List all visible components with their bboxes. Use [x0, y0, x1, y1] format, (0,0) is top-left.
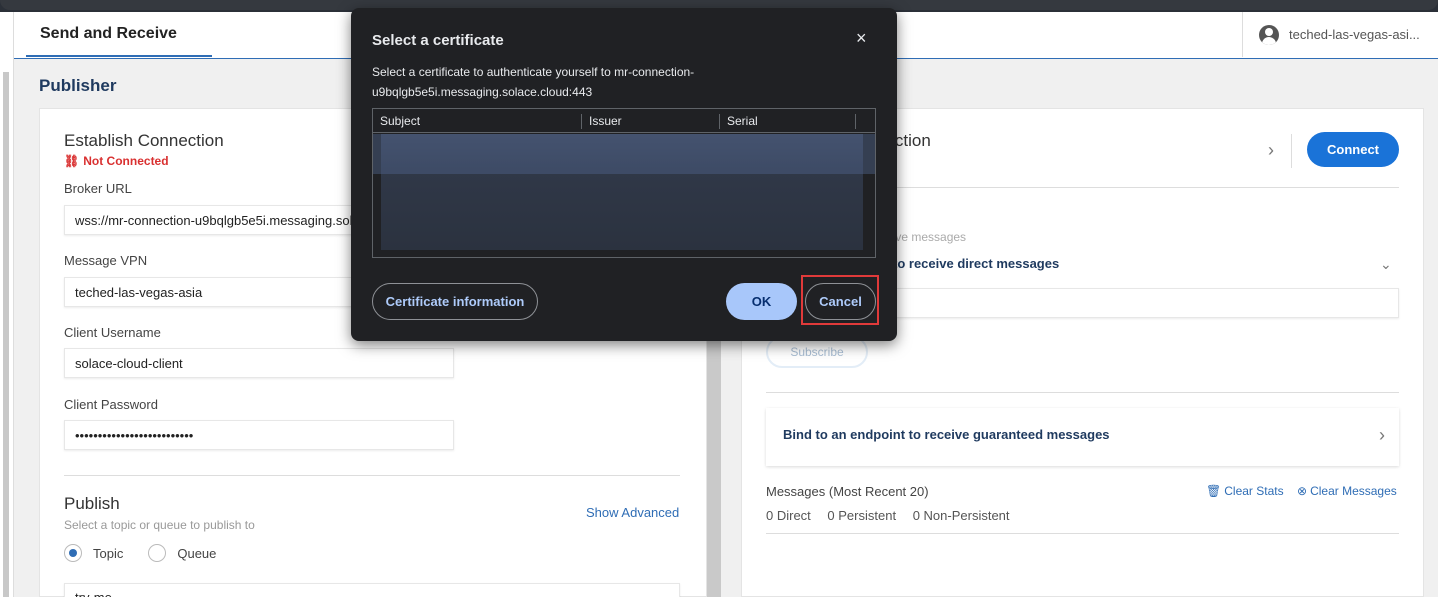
cancel-highlight-box	[801, 275, 879, 325]
broker-url-label: Broker URL	[64, 181, 132, 196]
radio-topic[interactable]: Topic	[64, 544, 123, 562]
destination-type-radio-group: Topic Queue	[64, 544, 241, 562]
trash-icon: 🗑	[1206, 484, 1222, 498]
clear-messages-label: Clear Messages	[1310, 484, 1397, 498]
account-circle-icon	[1259, 24, 1279, 45]
certificate-table-header: Subject Issuer Serial	[373, 109, 875, 133]
message-vpn-label: Message VPN	[64, 253, 148, 268]
show-advanced-link[interactable]: Show Advanced	[586, 505, 679, 520]
certificate-list-redacted[interactable]	[373, 134, 875, 250]
connect-button[interactable]: Connect	[1307, 132, 1399, 167]
publisher-divider	[64, 475, 680, 476]
radio-queue-indicator[interactable]	[148, 544, 167, 562]
tab-send-and-receive[interactable]: Send and Receive	[26, 12, 212, 57]
stat-persistent: 0 Persistent	[827, 508, 897, 523]
column-subject[interactable]: Subject	[380, 114, 420, 128]
publish-title: Publish	[64, 494, 120, 513]
radio-topic-label: Topic	[93, 545, 124, 561]
radio-topic-indicator[interactable]	[64, 544, 82, 562]
bind-endpoint-card[interactable]: Bind to an endpoint to receive guarantee…	[766, 408, 1399, 466]
radio-queue[interactable]: Queue	[148, 544, 216, 562]
dialog-title: Select a certificate	[372, 32, 504, 49]
column-separator	[719, 114, 720, 129]
column-separator	[855, 114, 856, 129]
client-username-field[interactable]: solace-cloud-client	[64, 348, 454, 378]
column-serial[interactable]: Serial	[727, 114, 758, 128]
radio-queue-label: Queue	[177, 545, 217, 561]
topic-field[interactable]: try-me	[64, 583, 680, 597]
messages-divider	[766, 533, 1399, 534]
receive-hint: eive messages	[886, 230, 967, 244]
messages-title: Messages (Most Recent 20)	[766, 484, 929, 499]
selected-certificate-row[interactable]	[373, 134, 875, 174]
direct-messages-label: to receive direct messages	[893, 256, 1060, 271]
stat-direct: 0 Direct	[766, 508, 811, 523]
user-menu[interactable]: teched-las-vegas-asi...	[1242, 12, 1438, 57]
dialog-description: Select a certificate to authenticate you…	[372, 65, 695, 99]
chevron-down-icon[interactable]: ⌄	[1380, 256, 1392, 273]
subscriber-divider-2	[766, 392, 1399, 393]
link-off-icon: ⛓	[64, 154, 80, 168]
client-username-label: Client Username	[64, 325, 161, 340]
clear-messages-link[interactable]: ⊗ Clear Messages	[1297, 484, 1397, 498]
client-password-label: Client Password	[64, 397, 158, 412]
header-separator	[1291, 134, 1292, 168]
establish-connection-title: Establish Connection	[64, 131, 224, 150]
column-separator	[581, 114, 582, 129]
client-password-field[interactable]: ••••••••••••••••••••••••••	[64, 420, 454, 450]
ok-button[interactable]: OK	[726, 283, 797, 320]
message-vpn-field[interactable]: teched-las-vegas-asia	[64, 277, 364, 307]
publish-subtitle: Select a topic or queue to publish to	[64, 518, 255, 532]
certificate-information-button[interactable]: Certificate information	[372, 283, 538, 320]
stat-non-persistent: 0 Non-Persistent	[912, 508, 1010, 523]
left-scrollbar[interactable]	[3, 72, 9, 597]
message-stats: 0 Direct 0 Persistent 0 Non-Persistent	[766, 508, 1023, 523]
certificate-table: Subject Issuer Serial	[372, 108, 876, 258]
clear-stats-label: Clear Stats	[1224, 484, 1284, 498]
chevron-right-icon[interactable]: ›	[1268, 140, 1274, 161]
bind-endpoint-label: Bind to an endpoint to receive guarantee…	[783, 427, 1110, 442]
connection-status: ⛓ Not Connected	[64, 154, 169, 168]
close-circle-icon: ⊗	[1297, 484, 1308, 498]
broker-url-field[interactable]: wss://mr-connection-u9bqlgb5e5i.messagin…	[64, 205, 364, 235]
publisher-title: Publisher	[39, 76, 117, 95]
column-issuer[interactable]: Issuer	[589, 114, 622, 128]
user-name: teched-las-vegas-asi...	[1289, 27, 1420, 42]
close-icon[interactable]: ×	[856, 28, 867, 49]
left-gutter	[0, 12, 14, 597]
clear-stats-link[interactable]: 🗑 Clear Stats	[1206, 484, 1284, 498]
connection-status-text: Not Connected	[83, 154, 169, 168]
chevron-right-icon: ›	[1379, 425, 1385, 445]
